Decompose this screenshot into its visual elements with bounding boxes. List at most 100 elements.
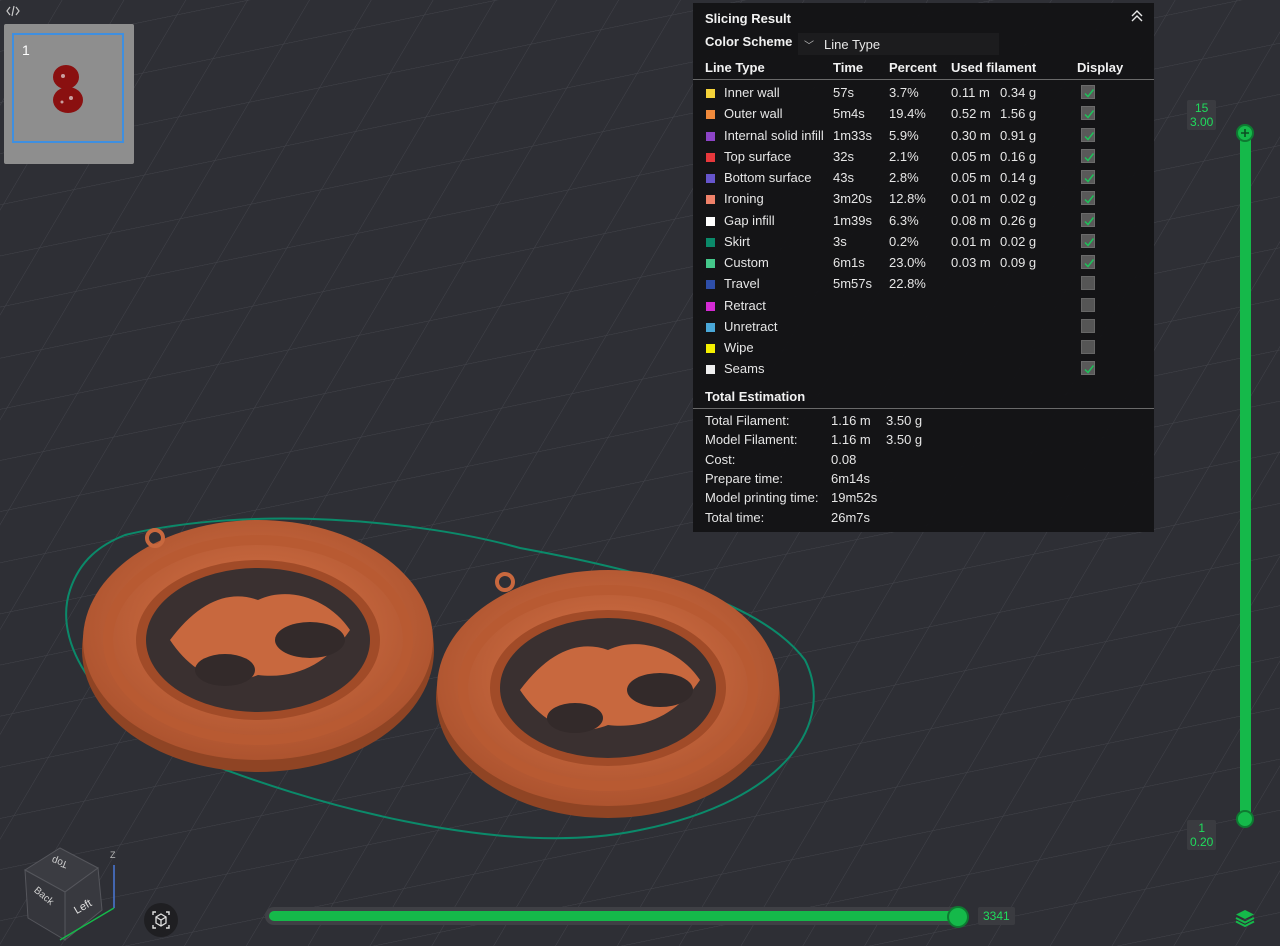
display-checkbox[interactable] bbox=[1081, 233, 1095, 248]
view-mode-button[interactable] bbox=[144, 903, 178, 937]
total-row: Total Filament: 1.16 m 3.50 g bbox=[693, 413, 1154, 432]
line-type-time: 5m4s bbox=[833, 106, 865, 122]
color-swatch bbox=[706, 110, 715, 120]
total-label: Cost: bbox=[705, 451, 736, 467]
line-type-name: Seams bbox=[724, 361, 765, 377]
navigation-cube[interactable]: Top Back Left Z bbox=[20, 840, 130, 946]
display-checkbox[interactable] bbox=[1081, 297, 1095, 312]
layer-slider-top-handle[interactable] bbox=[1236, 124, 1254, 142]
display-checkbox[interactable] bbox=[1081, 361, 1095, 376]
checkmark-icon bbox=[1084, 216, 1095, 226]
display-checkbox[interactable] bbox=[1081, 85, 1095, 99]
move-slider-handle[interactable] bbox=[947, 906, 969, 928]
color-swatch bbox=[706, 344, 715, 353]
chevron-down-icon: ﹀ bbox=[804, 40, 814, 52]
table-row: Retract bbox=[693, 295, 1154, 316]
pendant-model-left bbox=[82, 520, 434, 772]
line-type-name: Skirt bbox=[724, 233, 750, 249]
total-label: Total time: bbox=[705, 509, 765, 525]
line-type-percent: 3.7% bbox=[889, 85, 919, 100]
move-slider-track[interactable] bbox=[265, 907, 965, 925]
line-type-name: Top surface bbox=[724, 148, 792, 164]
color-swatch bbox=[706, 174, 715, 183]
line-type-name: Travel bbox=[724, 276, 760, 292]
color-scheme-value: Line Type bbox=[824, 36, 881, 52]
line-type-weight: 0.91 g bbox=[1000, 127, 1037, 143]
color-scheme-select[interactable]: ﹀ Line Type bbox=[798, 33, 999, 55]
line-type-weight: 0.34 g bbox=[1000, 85, 1037, 100]
header-used-filament: Used filament bbox=[951, 60, 1037, 75]
line-type-length: 0.52 m bbox=[951, 106, 991, 122]
table-row: Outer wall 5m4s 19.4% 0.52 m 1.56 g bbox=[693, 103, 1154, 124]
total-label: Total Filament: bbox=[705, 413, 790, 428]
display-checkbox[interactable] bbox=[1081, 191, 1095, 206]
line-type-length: 0.08 m bbox=[951, 212, 991, 228]
line-type-name: Gap infill bbox=[724, 212, 775, 228]
line-type-length: 0.01 m bbox=[951, 233, 991, 249]
header-display: Display bbox=[1077, 60, 1124, 75]
color-swatch bbox=[706, 280, 715, 290]
checkmark-icon bbox=[1084, 195, 1095, 204]
display-checkbox[interactable] bbox=[1081, 106, 1095, 121]
line-type-weight: 0.26 g bbox=[1000, 212, 1037, 228]
color-swatch bbox=[706, 301, 715, 311]
line-type-length: 0.03 m bbox=[951, 255, 991, 270]
display-checkbox[interactable] bbox=[1081, 340, 1095, 354]
line-type-time: 5m57s bbox=[833, 276, 873, 292]
bottom-layer-height: 0.20 bbox=[1190, 835, 1214, 849]
layer-slider-bottom-handle[interactable] bbox=[1236, 810, 1254, 828]
table-row: Skirt 3s 0.2% 0.01 m 0.02 g bbox=[693, 231, 1154, 252]
table-row: Bottom surface 43s 2.8% 0.05 m 0.14 g bbox=[693, 167, 1154, 188]
total-row: Model printing time: 19m52s bbox=[693, 490, 1154, 509]
display-checkbox[interactable] bbox=[1081, 212, 1095, 227]
line-type-percent: 6.3% bbox=[889, 212, 919, 228]
layers-icon[interactable] bbox=[1234, 907, 1256, 929]
top-layer-height: 3.00 bbox=[1190, 115, 1214, 129]
display-checkbox[interactable] bbox=[1081, 127, 1095, 142]
color-scheme-label: Color Scheme bbox=[705, 34, 793, 49]
display-checkbox[interactable] bbox=[1081, 255, 1095, 269]
header-line-type: Line Type bbox=[705, 60, 765, 75]
total-label: Prepare time: bbox=[705, 470, 784, 486]
collapse-icon[interactable] bbox=[1130, 9, 1144, 23]
total-row: Cost: 0.08 bbox=[693, 452, 1154, 471]
line-type-length: 0.30 m bbox=[951, 127, 991, 143]
move-slider-value: 3341 bbox=[978, 907, 1015, 925]
line-type-time: 3m20s bbox=[833, 191, 873, 207]
checkmark-icon bbox=[1084, 152, 1095, 162]
line-type-name: Unretract bbox=[724, 318, 778, 334]
line-type-weight: 0.16 g bbox=[1000, 148, 1037, 164]
display-checkbox[interactable] bbox=[1081, 148, 1095, 163]
table-header: Line Type Time Percent Used filament Dis… bbox=[693, 58, 1154, 80]
cube-view-icon bbox=[152, 911, 170, 929]
line-type-name: Outer wall bbox=[724, 106, 783, 122]
table-row: Travel 5m57s 22.8% bbox=[693, 273, 1154, 294]
line-type-percent: 2.8% bbox=[889, 170, 919, 185]
total-value-secondary: 3.50 g bbox=[886, 432, 923, 448]
display-checkbox[interactable] bbox=[1081, 276, 1095, 291]
total-row: Prepare time: 6m14s bbox=[693, 471, 1154, 490]
code-toggle-icon[interactable] bbox=[6, 4, 22, 20]
line-type-weight: 0.02 g bbox=[1000, 191, 1037, 207]
header-percent: Percent bbox=[889, 60, 937, 75]
checkmark-icon bbox=[1084, 110, 1095, 119]
line-type-length: 0.05 m bbox=[951, 148, 991, 164]
line-type-time: 1m39s bbox=[833, 212, 873, 228]
line-type-percent: 22.8% bbox=[889, 276, 926, 292]
line-type-name: Wipe bbox=[724, 340, 754, 355]
layer-slider-track[interactable] bbox=[1240, 127, 1251, 824]
plate-model-icon bbox=[53, 65, 83, 113]
display-checkbox[interactable] bbox=[1081, 170, 1095, 184]
table-row: Ironing 3m20s 12.8% 0.01 m 0.02 g bbox=[693, 188, 1154, 209]
color-swatch bbox=[706, 195, 715, 205]
line-type-time: 3s bbox=[833, 233, 847, 249]
total-row: Model Filament: 1.16 m 3.50 g bbox=[693, 432, 1154, 451]
table-row: Internal solid infill 1m33s 5.9% 0.30 m 0.91… bbox=[693, 125, 1154, 146]
total-value: 26m7s bbox=[831, 509, 871, 525]
line-type-time: 1m33s bbox=[833, 127, 873, 143]
table-row: Custom 6m1s 23.0% 0.03 m 0.09 g bbox=[693, 252, 1154, 273]
display-checkbox[interactable] bbox=[1081, 318, 1095, 333]
plate-thumbnail[interactable]: 1 bbox=[4, 24, 134, 164]
bottom-layer-number: 1 bbox=[1198, 821, 1206, 835]
checkmark-icon bbox=[1084, 237, 1095, 247]
